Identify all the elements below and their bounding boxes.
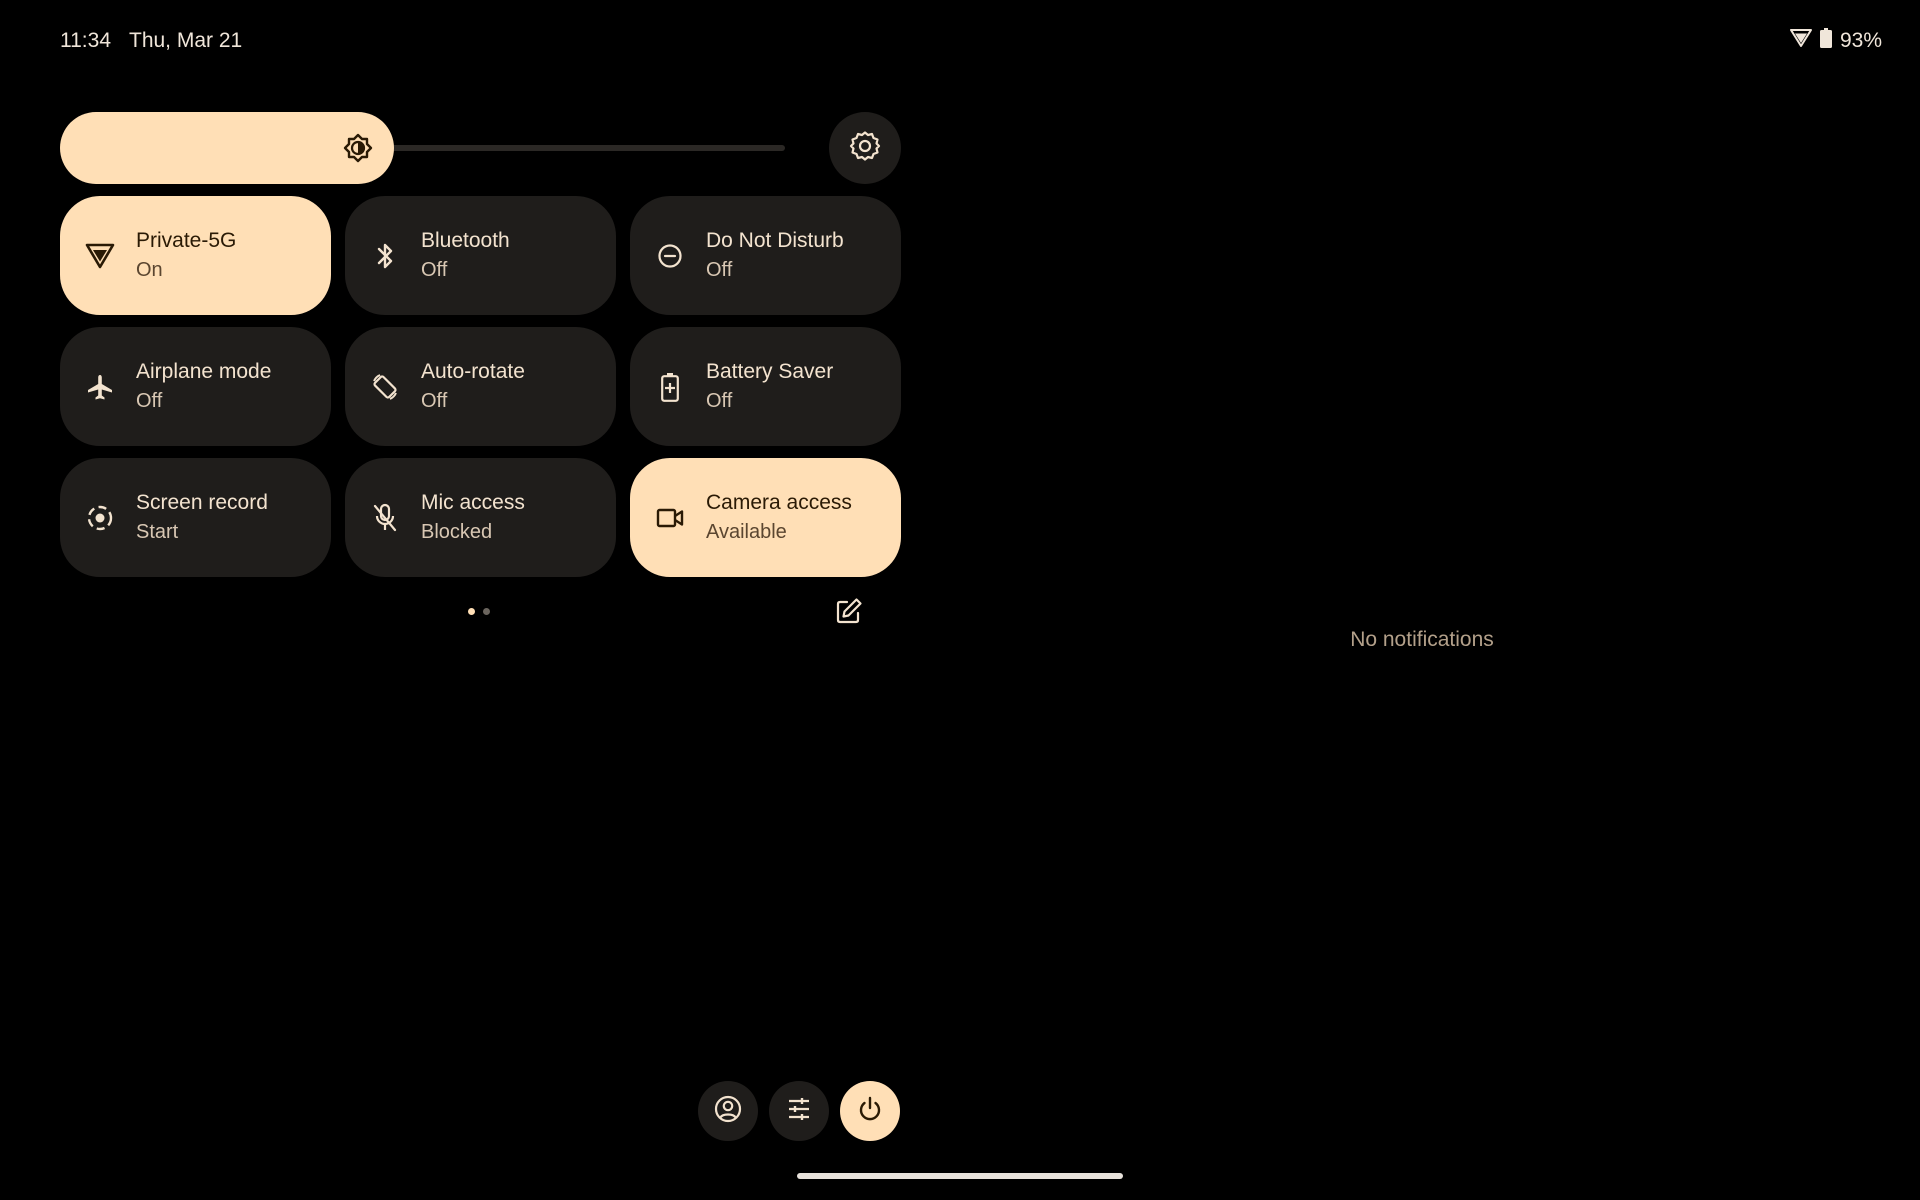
brightness-slider[interactable] bbox=[60, 112, 785, 184]
tile-state: Off bbox=[706, 390, 733, 412]
tile-mic-access[interactable]: Mic access Blocked bbox=[345, 458, 616, 577]
tile-screen-record[interactable]: Screen record Start bbox=[60, 458, 331, 577]
tile-label: Battery Saver bbox=[706, 360, 834, 383]
tile-wifi[interactable]: Private-5G On bbox=[60, 196, 331, 315]
battery-percent: 93% bbox=[1839, 29, 1882, 52]
edit-tiles-button[interactable] bbox=[832, 596, 866, 630]
user-switcher-button[interactable] bbox=[698, 1081, 758, 1141]
page-indicator bbox=[468, 608, 490, 615]
tile-label: Camera access bbox=[706, 491, 852, 514]
tile-label: Do Not Disturb bbox=[706, 229, 844, 252]
tile-state: Start bbox=[136, 521, 179, 543]
user-icon bbox=[713, 1094, 743, 1129]
tile-airplane-mode[interactable]: Airplane mode Off bbox=[60, 327, 331, 446]
tile-state: Off bbox=[421, 259, 448, 281]
page-dot[interactable] bbox=[468, 608, 475, 615]
tile-state: Off bbox=[706, 259, 733, 281]
tile-state: Available bbox=[706, 521, 787, 543]
screen-record-icon bbox=[84, 502, 116, 534]
power-icon bbox=[856, 1095, 884, 1128]
tile-bluetooth[interactable]: Bluetooth Off bbox=[345, 196, 616, 315]
do-not-disturb-icon bbox=[654, 240, 686, 272]
settings-sliders-button[interactable] bbox=[769, 1081, 829, 1141]
navigation-handle[interactable] bbox=[797, 1173, 1123, 1179]
power-button[interactable] bbox=[840, 1081, 900, 1141]
tile-state: Off bbox=[136, 390, 163, 412]
tile-state: On bbox=[136, 259, 163, 281]
battery-icon bbox=[1819, 28, 1832, 54]
tile-battery-saver[interactable]: Battery Saver Off bbox=[630, 327, 901, 446]
tile-label: Mic access bbox=[421, 491, 525, 514]
bluetooth-icon bbox=[369, 240, 401, 272]
no-notifications-text: No notifications bbox=[1350, 628, 1494, 651]
wifi-icon bbox=[84, 240, 116, 272]
clock: 11:34 bbox=[60, 29, 111, 52]
tile-label: Airplane mode bbox=[136, 360, 272, 383]
status-bar-right: 93% bbox=[1789, 26, 1882, 56]
sliders-icon bbox=[785, 1095, 813, 1128]
edit-icon bbox=[835, 597, 863, 630]
camera-icon bbox=[654, 502, 686, 534]
tile-state: Blocked bbox=[421, 521, 493, 543]
page-dot[interactable] bbox=[483, 608, 490, 615]
quick-settings-tiles: Private-5G On Bluetooth Off Do Not Distu… bbox=[60, 196, 901, 577]
tile-do-not-disturb[interactable]: Do Not Disturb Off bbox=[630, 196, 901, 315]
tile-label: Screen record bbox=[136, 491, 268, 514]
status-bar-left: 11:34 Thu, Mar 21 bbox=[60, 26, 242, 56]
settings-button[interactable] bbox=[829, 112, 901, 184]
mic-off-icon bbox=[369, 502, 401, 534]
wifi-icon bbox=[1789, 28, 1812, 54]
tile-auto-rotate[interactable]: Auto-rotate Off bbox=[345, 327, 616, 446]
tile-camera-access[interactable]: Camera access Available bbox=[630, 458, 901, 577]
tile-label: Bluetooth bbox=[421, 229, 510, 252]
tile-label: Auto-rotate bbox=[421, 360, 525, 383]
rotate-icon bbox=[369, 371, 401, 403]
quick-settings-screen: 11:34 Thu, Mar 21 93% Private-5G On Blue… bbox=[0, 0, 1920, 1200]
battery-saver-icon bbox=[654, 371, 686, 403]
date: Thu, Mar 21 bbox=[129, 29, 243, 52]
airplane-icon bbox=[84, 371, 116, 403]
tile-label: Private-5G bbox=[136, 229, 237, 252]
tile-state: Off bbox=[421, 390, 448, 412]
brightness-icon bbox=[342, 132, 374, 164]
gear-icon bbox=[849, 130, 881, 167]
